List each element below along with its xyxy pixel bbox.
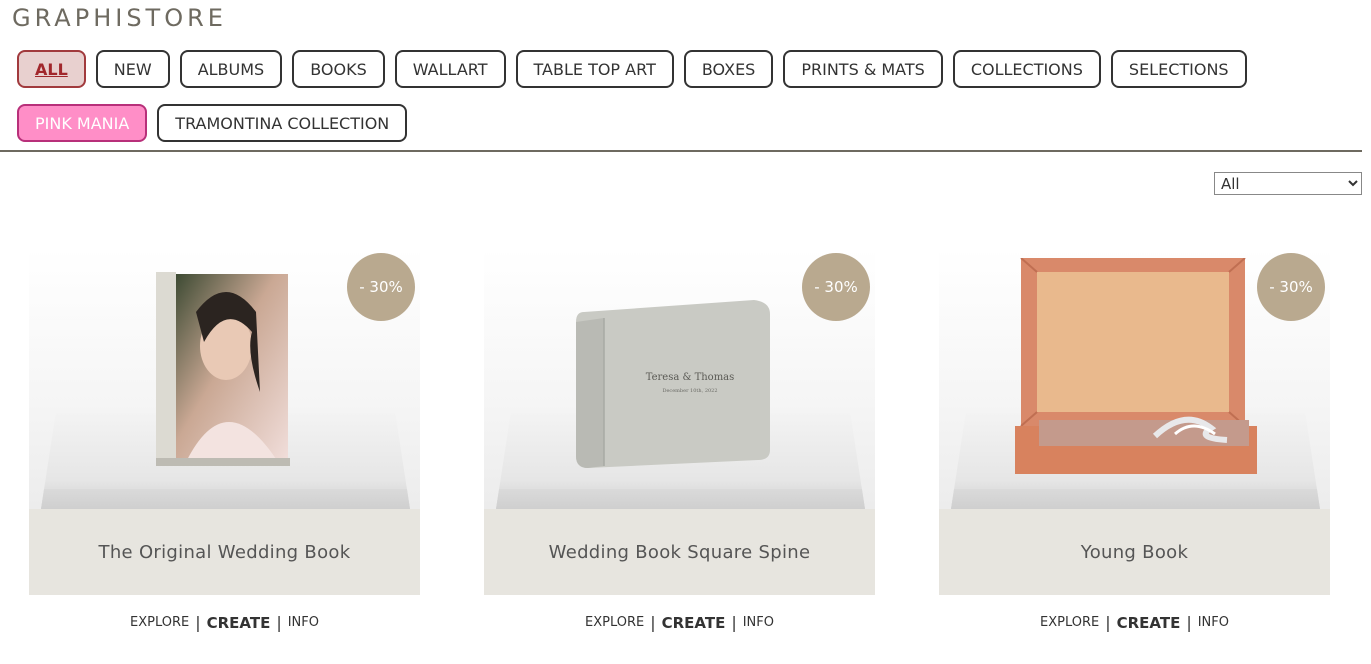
filter-boxes[interactable]: BOXES	[683, 50, 774, 88]
product-image[interactable]: Teresa & Thomas December 10th, 2022 - 30…	[484, 248, 875, 509]
product-filter-select[interactable]: All	[1214, 172, 1362, 195]
link-separator: |	[276, 613, 282, 632]
filter-books[interactable]: BOOKS	[292, 50, 385, 88]
product-title[interactable]: The Original Wedding Book	[29, 509, 420, 595]
link-separator: |	[1186, 613, 1192, 632]
product-card[interactable]: - 30% Young Book EXPLORE | CREATE | INFO	[939, 248, 1330, 632]
product-image[interactable]: - 30%	[29, 248, 420, 509]
create-link[interactable]: CREATE	[1117, 614, 1181, 632]
brand-logo[interactable]: GRAPHISTORE	[12, 4, 227, 32]
filter-prints-mats[interactable]: PRINTS & MATS	[783, 50, 943, 88]
product-card[interactable]: - 30% The Original Wedding Book EXPLORE …	[29, 248, 420, 632]
category-filter-bar: ALL NEW ALBUMS BOOKS WALLART TABLE TOP A…	[17, 50, 1347, 142]
filter-pink-mania[interactable]: PINK MANIA	[17, 104, 148, 142]
filter-selections[interactable]: SELECTIONS	[1110, 50, 1247, 88]
product-actions: EXPLORE | CREATE | INFO	[484, 613, 875, 632]
filter-wallart[interactable]: WALLART	[394, 50, 506, 88]
info-link[interactable]: INFO	[288, 615, 319, 630]
link-separator: |	[650, 613, 656, 632]
explore-link[interactable]: EXPLORE	[585, 615, 644, 630]
filter-tramontina-collection[interactable]: TRAMONTINA COLLECTION	[157, 104, 408, 142]
discount-badge: - 30%	[347, 253, 415, 321]
create-link[interactable]: CREATE	[662, 614, 726, 632]
explore-link[interactable]: EXPLORE	[1040, 615, 1099, 630]
product-card[interactable]: Teresa & Thomas December 10th, 2022 - 30…	[484, 248, 875, 632]
portrait-photo-book-icon	[156, 272, 290, 466]
product-actions: EXPLORE | CREATE | INFO	[939, 613, 1330, 632]
book-cover-text: Teresa & Thomas	[646, 372, 735, 383]
header-divider	[0, 150, 1362, 152]
info-link[interactable]: INFO	[1198, 615, 1229, 630]
grey-linen-book-icon: Teresa & Thomas December 10th, 2022	[576, 300, 770, 468]
discount-badge: - 30%	[802, 253, 870, 321]
product-title[interactable]: Wedding Book Square Spine	[484, 509, 875, 595]
explore-link[interactable]: EXPLORE	[130, 615, 189, 630]
product-title[interactable]: Young Book	[939, 509, 1330, 595]
filter-collections[interactable]: COLLECTIONS	[952, 50, 1101, 88]
filter-all[interactable]: ALL	[17, 50, 86, 88]
info-link[interactable]: INFO	[743, 615, 774, 630]
create-link[interactable]: CREATE	[207, 614, 271, 632]
filter-table-top-art[interactable]: TABLE TOP ART	[515, 50, 674, 88]
open-presentation-box-icon	[1015, 258, 1257, 474]
product-actions: EXPLORE | CREATE | INFO	[29, 613, 420, 632]
link-separator: |	[1105, 613, 1111, 632]
product-image[interactable]: - 30%	[939, 248, 1330, 509]
filter-new[interactable]: NEW	[95, 50, 170, 88]
filter-albums[interactable]: ALBUMS	[179, 50, 283, 88]
link-separator: |	[195, 613, 201, 632]
link-separator: |	[731, 613, 737, 632]
book-cover-date: December 10th, 2022	[662, 388, 717, 394]
discount-badge: - 30%	[1257, 253, 1325, 321]
